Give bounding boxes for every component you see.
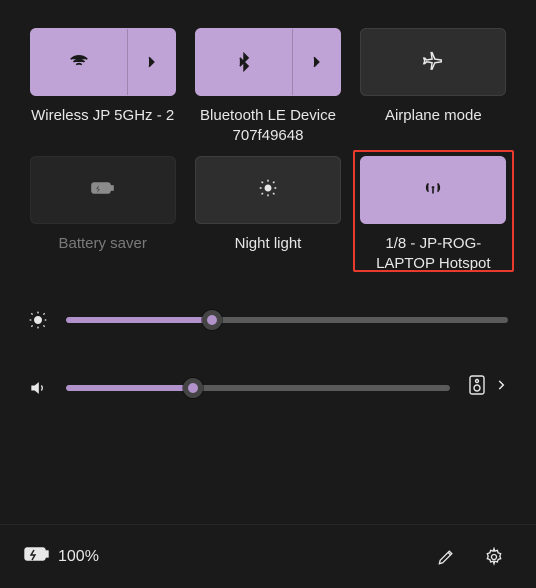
quick-settings-panel: Wireless JP 5GHz - 2 Bluetooth LE Device…	[0, 0, 536, 588]
bluetooth-icon	[196, 52, 292, 72]
hotspot-icon	[422, 177, 444, 204]
volume-slider[interactable]	[66, 385, 450, 391]
bluetooth-expand-button[interactable]	[292, 29, 340, 95]
tile-hotspot: 1/8 - JP-ROG-LAPTOP Hotspot	[359, 156, 508, 278]
battery-status[interactable]: 100%	[24, 545, 99, 568]
tile-battery-saver: Battery saver	[28, 156, 177, 278]
bluetooth-label: Bluetooth LE Device 707f49648	[193, 106, 342, 150]
output-device-expand[interactable]	[494, 378, 508, 397]
brightness-slider[interactable]	[66, 317, 508, 323]
edit-button[interactable]	[428, 539, 464, 575]
chevron-right-icon	[308, 54, 324, 70]
brightness-slider-thumb[interactable]	[202, 310, 222, 330]
volume-slider-row	[28, 374, 508, 401]
night-light-label: Night light	[233, 234, 304, 278]
wifi-label: Wireless JP 5GHz - 2	[29, 106, 176, 150]
chevron-right-icon	[494, 378, 508, 392]
battery-saver-toggle	[30, 156, 176, 224]
wifi-icon	[31, 51, 127, 73]
tile-night-light: Night light	[193, 156, 342, 278]
brightness-slider-row	[28, 310, 508, 330]
wifi-toggle[interactable]	[30, 28, 176, 96]
hotspot-toggle[interactable]	[360, 156, 506, 224]
settings-button[interactable]	[476, 539, 512, 575]
airplane-icon	[422, 49, 444, 76]
battery-saver-icon	[90, 178, 116, 203]
gear-icon	[484, 547, 504, 567]
wifi-expand-button[interactable]	[127, 29, 175, 95]
airplane-label: Airplane mode	[383, 106, 484, 150]
tiles-grid: Wireless JP 5GHz - 2 Bluetooth LE Device…	[0, 0, 536, 278]
battery-percent-text: 100%	[58, 548, 99, 566]
volume-slider-thumb[interactable]	[183, 378, 203, 398]
output-device-button[interactable]	[468, 374, 486, 401]
hotspot-label: 1/8 - JP-ROG-LAPTOP Hotspot	[359, 234, 508, 278]
tile-airplane: Airplane mode	[359, 28, 508, 150]
night-light-toggle[interactable]	[195, 156, 341, 224]
airplane-toggle[interactable]	[360, 28, 506, 96]
pencil-icon	[436, 547, 456, 567]
footer-bar: 100%	[0, 524, 536, 588]
battery-charging-icon	[24, 545, 50, 568]
battery-saver-label: Battery saver	[56, 234, 148, 278]
tile-bluetooth: Bluetooth LE Device 707f49648	[193, 28, 342, 150]
night-light-icon	[257, 177, 279, 204]
volume-icon	[28, 378, 48, 398]
bluetooth-toggle[interactable]	[195, 28, 341, 96]
sliders-area	[0, 290, 536, 411]
brightness-icon	[28, 310, 48, 330]
tile-wifi: Wireless JP 5GHz - 2	[28, 28, 177, 150]
chevron-right-icon	[143, 54, 159, 70]
